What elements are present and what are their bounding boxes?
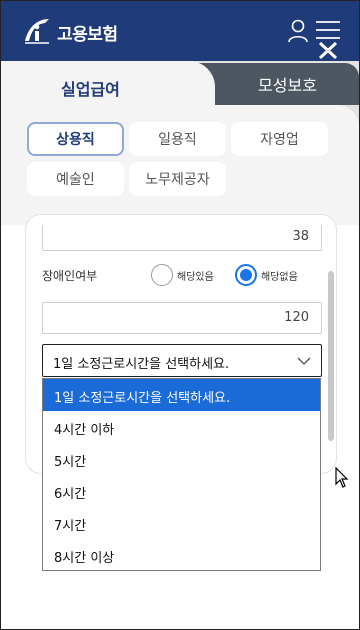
dropdown-option[interactable]: 1일 소정근로시간을 선택하세요.: [43, 379, 320, 411]
logo-icon[interactable]: [21, 15, 53, 47]
work-hours-dropdown: 1일 소정근로시간을 선택하세요. 4시간 이하 5시간 6시간 7시간 8시간…: [42, 378, 321, 571]
age-field[interactable]: 38: [42, 225, 322, 251]
logo-text[interactable]: 고용보험: [57, 20, 118, 45]
mouse-cursor-icon: [335, 467, 349, 488]
radio-no-label: 해당없음: [261, 271, 298, 283]
dropdown-option[interactable]: 7시간: [43, 507, 320, 539]
work-hours-select-value: 1일 소정근로시간을 선택하세요.: [53, 357, 230, 372]
radio-circle[interactable]: [151, 264, 173, 286]
chip-self-employed[interactable]: 자영업: [231, 122, 328, 156]
user-icon[interactable]: [287, 19, 309, 43]
radio-circle-checked[interactable]: [235, 264, 257, 286]
dropdown-option[interactable]: 5시간: [43, 443, 320, 475]
radio-disability-yes[interactable]: 해당있음: [151, 264, 214, 286]
dropdown-option[interactable]: 4시간 이하: [43, 411, 320, 443]
tab-unemployment[interactable]: 실업급여: [1, 61, 215, 109]
dropdown-option[interactable]: 8시간 이상: [43, 539, 320, 571]
chip-regular[interactable]: 상용직: [27, 122, 124, 156]
chip-daily[interactable]: 일용직: [129, 122, 226, 156]
chip-platform-worker[interactable]: 노무제공자: [129, 162, 226, 196]
disability-label: 장애인여부: [42, 269, 98, 283]
app-frame: 고용보험 모성보호 실업급여 상용직 일용직 자영업 예술인 노무제공자 38 …: [0, 0, 360, 630]
scrollbar[interactable]: [328, 271, 334, 441]
dropdown-option[interactable]: 6시간: [43, 475, 320, 507]
radio-yes-label: 해당있음: [177, 271, 214, 283]
wage-field[interactable]: 120: [42, 302, 322, 334]
menu-close-icon[interactable]: [315, 19, 341, 59]
chevron-down-icon: [297, 357, 311, 365]
chip-artist[interactable]: 예술인: [27, 162, 124, 196]
work-hours-select[interactable]: 1일 소정근로시간을 선택하세요.: [42, 344, 322, 377]
app-header: 고용보험: [1, 1, 359, 61]
radio-disability-no[interactable]: 해당없음: [235, 264, 298, 286]
